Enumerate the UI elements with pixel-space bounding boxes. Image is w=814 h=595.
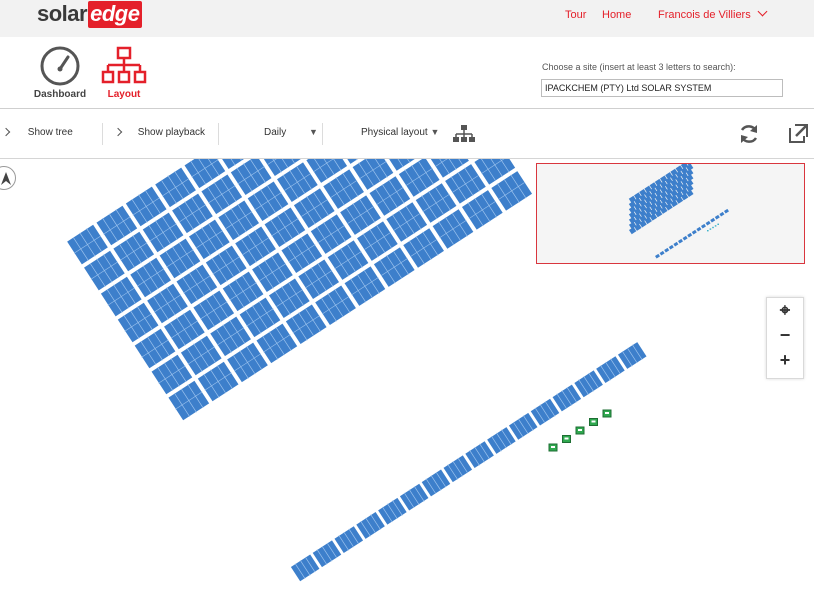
period-value: Daily (264, 127, 287, 138)
layout-tree-icon (101, 46, 147, 84)
minimap-inverter (712, 226, 714, 229)
minimap-panel (714, 214, 720, 220)
dropdown-arrow-icon: ▼ (430, 127, 440, 137)
chevron-right-icon (113, 127, 123, 137)
main-panel-array[interactable] (65, 159, 534, 422)
chevron-down-icon (757, 6, 768, 17)
minimap-panel (654, 253, 660, 259)
hierarchy-icon[interactable] (453, 125, 475, 143)
user-menu[interactable]: Francois de Villiers (658, 6, 768, 21)
inverter-icon[interactable] (575, 426, 585, 435)
minimap-panel (668, 244, 674, 250)
inverter-icon[interactable] (589, 418, 598, 426)
layout-canvas[interactable]: N ⌖ − + (0, 159, 814, 595)
minimap-panel (723, 208, 729, 214)
show-tree-label: Show tree (27, 127, 73, 138)
dashboard-gauge-icon (40, 46, 80, 86)
zoom-in-icon[interactable]: + (767, 348, 803, 373)
minimap-panel (705, 220, 711, 226)
minimap-panel (659, 250, 665, 256)
layout-mode-value: Physical layout (361, 127, 428, 138)
site-search-label: Choose a site (insert at least 3 letters… (542, 62, 736, 72)
refresh-icon[interactable] (738, 123, 760, 145)
solaredge-logo[interactable]: solar edge (37, 0, 143, 28)
logo-text-solar: solar (37, 1, 88, 26)
minimap-panel (687, 232, 693, 238)
toolbar-divider (322, 123, 323, 145)
tour-link[interactable]: Tour (565, 9, 586, 21)
zoom-controls: ⌖ − + (766, 297, 804, 379)
inverter-icon[interactable] (548, 443, 558, 452)
show-playback-toggle[interactable]: Show playback (113, 127, 206, 138)
minimap-panel (710, 217, 716, 223)
layout-nav-button[interactable]: Layout (96, 45, 152, 100)
overview-minimap[interactable] (536, 159, 805, 264)
minimap-panel (682, 235, 688, 241)
minimap-inverter (707, 230, 709, 232)
top-bar: solar edge Tour Home Francois de Villiers (0, 0, 814, 37)
dashboard-nav-button[interactable]: Dashboard (32, 45, 88, 100)
inverter-icon[interactable] (562, 435, 571, 443)
show-playback-label: Show playback (137, 127, 206, 138)
layout-label: Layout (107, 89, 141, 100)
show-tree-toggle[interactable]: Show tree (1, 127, 73, 138)
site-search-input[interactable] (541, 79, 783, 97)
minimap-panel (719, 211, 725, 217)
toolbar-divider (218, 123, 219, 145)
zoom-out-icon[interactable]: − (767, 323, 803, 348)
layout-toolbar: Show tree Show playback Daily ▼ Physical… (0, 109, 814, 159)
minimap-panel (664, 247, 670, 253)
chevron-right-icon (1, 127, 11, 137)
user-name: Francois de Villiers (658, 9, 751, 21)
layout-mode-select[interactable]: Physical layout ▼ (361, 127, 439, 138)
dropdown-arrow-icon: ▼ (309, 127, 318, 137)
locate-icon[interactable]: ⌖ (767, 298, 803, 323)
minimap-drawing (628, 159, 729, 259)
dashboard-label: Dashboard (33, 89, 87, 100)
nav-area: Dashboard Layout Choose a site (insert a… (0, 37, 814, 109)
popout-icon[interactable] (787, 122, 809, 144)
period-select[interactable]: Daily ▼ (264, 127, 318, 138)
minimap-panel (701, 223, 706, 229)
minimap-panel (677, 238, 683, 244)
home-link[interactable]: Home (602, 9, 631, 21)
logo-text-edge: edge (88, 0, 143, 28)
minimap-inverter (714, 225, 717, 227)
minimap-inverter (709, 228, 712, 230)
minimap-panel (696, 226, 702, 232)
minimap-panel (691, 229, 697, 235)
minimap-inverter (717, 223, 719, 225)
toolbar-divider (102, 123, 103, 145)
minimap-panel (673, 241, 679, 247)
inverter-icon[interactable] (602, 409, 612, 418)
panel-strip-array[interactable] (289, 340, 648, 583)
inverter-group[interactable] (548, 409, 612, 452)
